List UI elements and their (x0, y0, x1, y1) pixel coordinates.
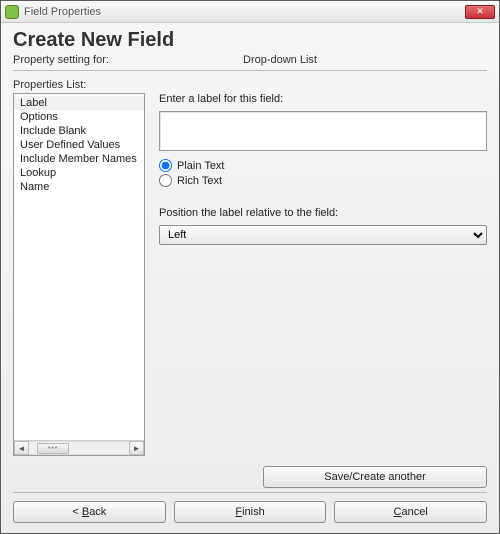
list-item[interactable]: User Defined Values (14, 138, 144, 152)
list-item[interactable]: Include Blank (14, 124, 144, 138)
header-separator (13, 70, 487, 71)
back-pre: < (72, 506, 81, 518)
page-title: Create New Field (13, 29, 487, 52)
plain-text-radio[interactable] (159, 159, 172, 172)
property-setting-row: Property setting for: Drop-down List (13, 54, 487, 66)
rich-text-option[interactable]: Rich Text (159, 174, 487, 187)
cancel-button[interactable]: Cancel (334, 501, 487, 523)
enter-label-caption: Enter a label for this field: (159, 93, 487, 105)
list-item[interactable]: Include Member Names (14, 152, 144, 166)
finish-post: inish (242, 506, 265, 518)
header: Create New Field Property setting for: D… (1, 23, 499, 75)
position-select[interactable]: Left (159, 225, 487, 245)
scroll-thumb[interactable]: ••• (37, 443, 69, 454)
scroll-track[interactable]: ••• (29, 441, 129, 455)
spacer (159, 193, 487, 201)
save-create-label: Save/Create another (324, 471, 426, 483)
close-button[interactable]: ✕ (465, 5, 495, 19)
label-input[interactable] (159, 111, 487, 151)
save-row: Save/Create another (1, 462, 499, 490)
horizontal-scrollbar[interactable]: ◄ ••• ► (14, 440, 144, 455)
rich-text-label: Rich Text (177, 175, 222, 187)
list-item[interactable]: Name (14, 180, 144, 194)
list-item[interactable]: Lookup (14, 166, 144, 180)
properties-list[interactable]: LabelOptionsInclude BlankUser Defined Va… (14, 94, 144, 440)
list-item[interactable]: Options (14, 110, 144, 124)
close-icon: ✕ (476, 7, 484, 16)
app-icon (5, 5, 19, 19)
back-button[interactable]: < Back (13, 501, 166, 523)
scroll-right-button[interactable]: ► (129, 441, 144, 455)
plain-text-option[interactable]: Plain Text (159, 159, 487, 172)
text-mode-group: Plain Text Rich Text (159, 159, 487, 187)
properties-list-box: LabelOptionsInclude BlankUser Defined Va… (13, 93, 145, 456)
back-post: ack (89, 506, 106, 518)
position-label-caption: Position the label relative to the field… (159, 207, 487, 219)
footer-buttons: < Back Finish Cancel (1, 493, 499, 533)
cancel-hot: C (394, 506, 402, 518)
save-create-button[interactable]: Save/Create another (263, 466, 487, 488)
columns: LabelOptionsInclude BlankUser Defined Va… (13, 93, 487, 456)
cancel-post: ancel (402, 506, 428, 518)
property-setting-value: Drop-down List (243, 54, 317, 66)
rich-text-radio[interactable] (159, 174, 172, 187)
window-title: Field Properties (24, 6, 460, 18)
plain-text-label: Plain Text (177, 160, 225, 172)
list-item[interactable]: Label (14, 96, 144, 110)
body: Properties List: LabelOptionsInclude Bla… (1, 75, 499, 462)
label-panel: Enter a label for this field: Plain Text… (159, 93, 487, 456)
finish-button[interactable]: Finish (174, 501, 327, 523)
scroll-left-button[interactable]: ◄ (14, 441, 29, 455)
dialog-window: Field Properties ✕ Create New Field Prop… (0, 0, 500, 534)
properties-list-label: Properties List: (13, 79, 487, 91)
title-bar: Field Properties ✕ (1, 1, 499, 23)
property-setting-label: Property setting for: (13, 54, 243, 66)
